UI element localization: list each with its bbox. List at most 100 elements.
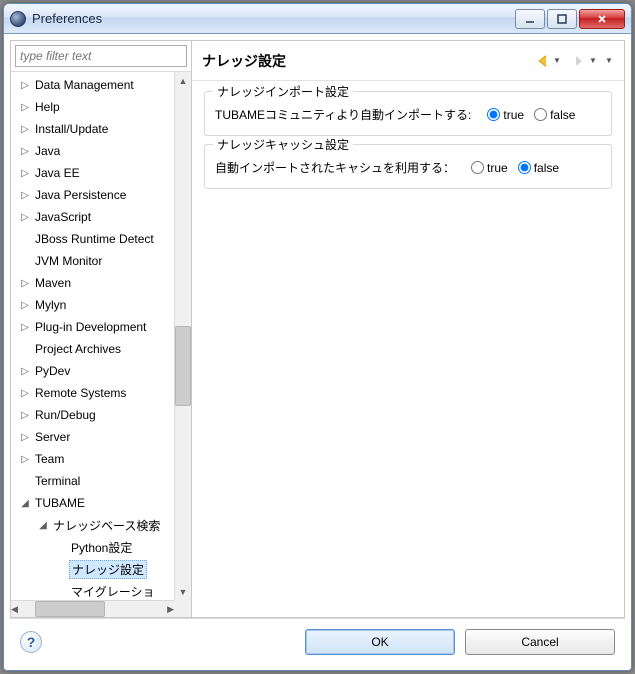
window-title: Preferences bbox=[32, 11, 513, 26]
import-settings-group: ナレッジインポート設定 TUBAMEコミュニティより自動インポートする: tru… bbox=[204, 91, 612, 136]
tree-item[interactable]: ▷Help bbox=[11, 96, 174, 118]
tree-item-label: Project Archives bbox=[33, 342, 123, 356]
tree-item[interactable]: ▷マイグレーショ bbox=[11, 580, 174, 600]
tree-item[interactable]: ▷Install/Update bbox=[11, 118, 174, 140]
tree-item[interactable]: ▷Server bbox=[11, 426, 174, 448]
maximize-button[interactable] bbox=[547, 9, 577, 29]
tree-item-label: Terminal bbox=[33, 474, 82, 488]
preference-tree[interactable]: ▷Data Management▷Help▷Install/Update▷Jav… bbox=[11, 72, 174, 600]
chevron-right-icon[interactable]: ▷ bbox=[19, 211, 31, 223]
filter-input[interactable] bbox=[15, 45, 187, 67]
tree-item-label: Team bbox=[33, 452, 66, 466]
tree-item-label: Java bbox=[33, 144, 62, 158]
tree-item[interactable]: ▷Java EE bbox=[11, 162, 174, 184]
chevron-right-icon[interactable]: ▷ bbox=[19, 409, 31, 421]
chevron-right-icon[interactable]: ▷ bbox=[19, 101, 31, 113]
nav-forward-button[interactable] bbox=[570, 52, 588, 70]
chevron-right-icon[interactable]: ▷ bbox=[19, 453, 31, 465]
tree-item-label: Java EE bbox=[33, 166, 82, 180]
ok-button[interactable]: OK bbox=[305, 629, 455, 655]
use-cache-false-radio[interactable]: false bbox=[512, 161, 559, 175]
tree-item[interactable]: ▷Maven bbox=[11, 272, 174, 294]
tree-item[interactable]: ▷Data Management bbox=[11, 74, 174, 96]
scroll-up-icon[interactable]: ▲ bbox=[175, 72, 191, 89]
tree-pane: ▷Data Management▷Help▷Install/Update▷Jav… bbox=[10, 40, 192, 618]
use-cache-true-radio[interactable]: true bbox=[465, 161, 508, 175]
tree-item[interactable]: ▷ナレッジ設定 bbox=[11, 558, 174, 580]
page-title: ナレッジ設定 bbox=[202, 51, 532, 71]
tree-item-label: Plug-in Development bbox=[33, 320, 148, 334]
radio-label: true bbox=[487, 161, 508, 175]
tree-item[interactable]: ▷Team bbox=[11, 448, 174, 470]
chevron-right-icon[interactable]: ▷ bbox=[19, 79, 31, 91]
tree-item-label: Run/Debug bbox=[33, 408, 98, 422]
auto-import-false-radio[interactable]: false bbox=[528, 108, 575, 122]
close-button[interactable] bbox=[579, 9, 625, 29]
chevron-right-icon[interactable]: ▷ bbox=[19, 189, 31, 201]
preferences-window: Preferences ▷Data Management▷Help▷Instal… bbox=[3, 3, 632, 671]
page-body: ナレッジインポート設定 TUBAMEコミュニティより自動インポートする: tru… bbox=[192, 81, 624, 617]
nav-back-menu-icon[interactable]: ▼ bbox=[552, 52, 562, 70]
help-button[interactable]: ? bbox=[20, 631, 42, 653]
filter-wrap bbox=[11, 41, 191, 72]
scroll-right-icon[interactable]: ▶ bbox=[167, 601, 174, 617]
cancel-button[interactable]: Cancel bbox=[465, 629, 615, 655]
tree-item-label: Data Management bbox=[33, 78, 136, 92]
main-split: ▷Data Management▷Help▷Install/Update▷Jav… bbox=[10, 40, 625, 618]
chevron-right-icon[interactable]: ▷ bbox=[19, 123, 31, 135]
scrollbar-corner bbox=[174, 600, 191, 617]
tree-item-label: Python設定 bbox=[69, 539, 134, 556]
group-title: ナレッジキャッシュ設定 bbox=[213, 136, 353, 153]
tree-item[interactable]: ▷Java Persistence bbox=[11, 184, 174, 206]
field-label: 自動インポートされたキャシュを利用する： bbox=[215, 159, 455, 176]
radio-label: true bbox=[503, 108, 524, 122]
nav-forward-menu-icon[interactable]: ▼ bbox=[588, 52, 598, 70]
tree-item[interactable]: ▷JBoss Runtime Detect bbox=[11, 228, 174, 250]
chevron-down-icon[interactable]: ◢ bbox=[19, 497, 31, 509]
chevron-right-icon[interactable]: ▷ bbox=[19, 387, 31, 399]
nav-back-button[interactable] bbox=[534, 52, 552, 70]
tree-item-label: Help bbox=[33, 100, 62, 114]
chevron-right-icon[interactable]: ▷ bbox=[19, 145, 31, 157]
chevron-right-icon[interactable]: ▷ bbox=[19, 431, 31, 443]
tree-item[interactable]: ▷Mylyn bbox=[11, 294, 174, 316]
tree-item[interactable]: ▷Terminal bbox=[11, 470, 174, 492]
scroll-down-icon[interactable]: ▼ bbox=[175, 583, 191, 600]
tree-item[interactable]: ◢ナレッジベース検索 bbox=[11, 514, 174, 536]
chevron-right-icon[interactable]: ▷ bbox=[19, 277, 31, 289]
tree-item[interactable]: ▷Remote Systems bbox=[11, 382, 174, 404]
chevron-right-icon[interactable]: ▷ bbox=[19, 365, 31, 377]
radio-label: false bbox=[534, 161, 559, 175]
tree-item[interactable]: ▷JVM Monitor bbox=[11, 250, 174, 272]
tree-item[interactable]: ▷Python設定 bbox=[11, 536, 174, 558]
minimize-button[interactable] bbox=[515, 9, 545, 29]
page-menu-icon[interactable]: ▼ bbox=[604, 52, 614, 70]
cache-settings-group: ナレッジキャッシュ設定 自動インポートされたキャシュを利用する： true fa… bbox=[204, 144, 612, 189]
tree-item[interactable]: ◢TUBAME bbox=[11, 492, 174, 514]
tree-item-label: JVM Monitor bbox=[33, 254, 104, 268]
tree-item[interactable]: ▷Plug-in Development bbox=[11, 316, 174, 338]
radio-label: false bbox=[550, 108, 575, 122]
chevron-right-icon[interactable]: ▷ bbox=[19, 167, 31, 179]
scrollbar-thumb[interactable] bbox=[175, 326, 191, 406]
tree-item-label: Install/Update bbox=[33, 122, 110, 136]
auto-import-true-radio[interactable]: true bbox=[481, 108, 524, 122]
tree-item[interactable]: ▷JavaScript bbox=[11, 206, 174, 228]
tree-item[interactable]: ▷Project Archives bbox=[11, 338, 174, 360]
chevron-right-icon[interactable]: ▷ bbox=[19, 299, 31, 311]
group-title: ナレッジインポート設定 bbox=[213, 83, 353, 100]
scroll-left-icon[interactable]: ◀ bbox=[11, 601, 18, 617]
tree-item-label: マイグレーショ bbox=[69, 583, 157, 600]
horizontal-scrollbar[interactable]: ◀ ▶ bbox=[11, 600, 174, 617]
vertical-scrollbar[interactable]: ▲ ▼ bbox=[174, 72, 191, 600]
tree-item[interactable]: ▷Java bbox=[11, 140, 174, 162]
chevron-right-icon[interactable]: ▷ bbox=[19, 321, 31, 333]
tree-item[interactable]: ▷PyDev bbox=[11, 360, 174, 382]
tree-item[interactable]: ▷Run/Debug bbox=[11, 404, 174, 426]
chevron-down-icon[interactable]: ◢ bbox=[37, 519, 49, 531]
tree-item-label: Server bbox=[33, 430, 72, 444]
scrollbar-thumb-h[interactable] bbox=[35, 601, 105, 617]
page-header: ナレッジ設定 ▼ ▼ ▼ bbox=[192, 41, 624, 81]
titlebar[interactable]: Preferences bbox=[4, 4, 631, 34]
tree-item-label: TUBAME bbox=[33, 496, 87, 510]
